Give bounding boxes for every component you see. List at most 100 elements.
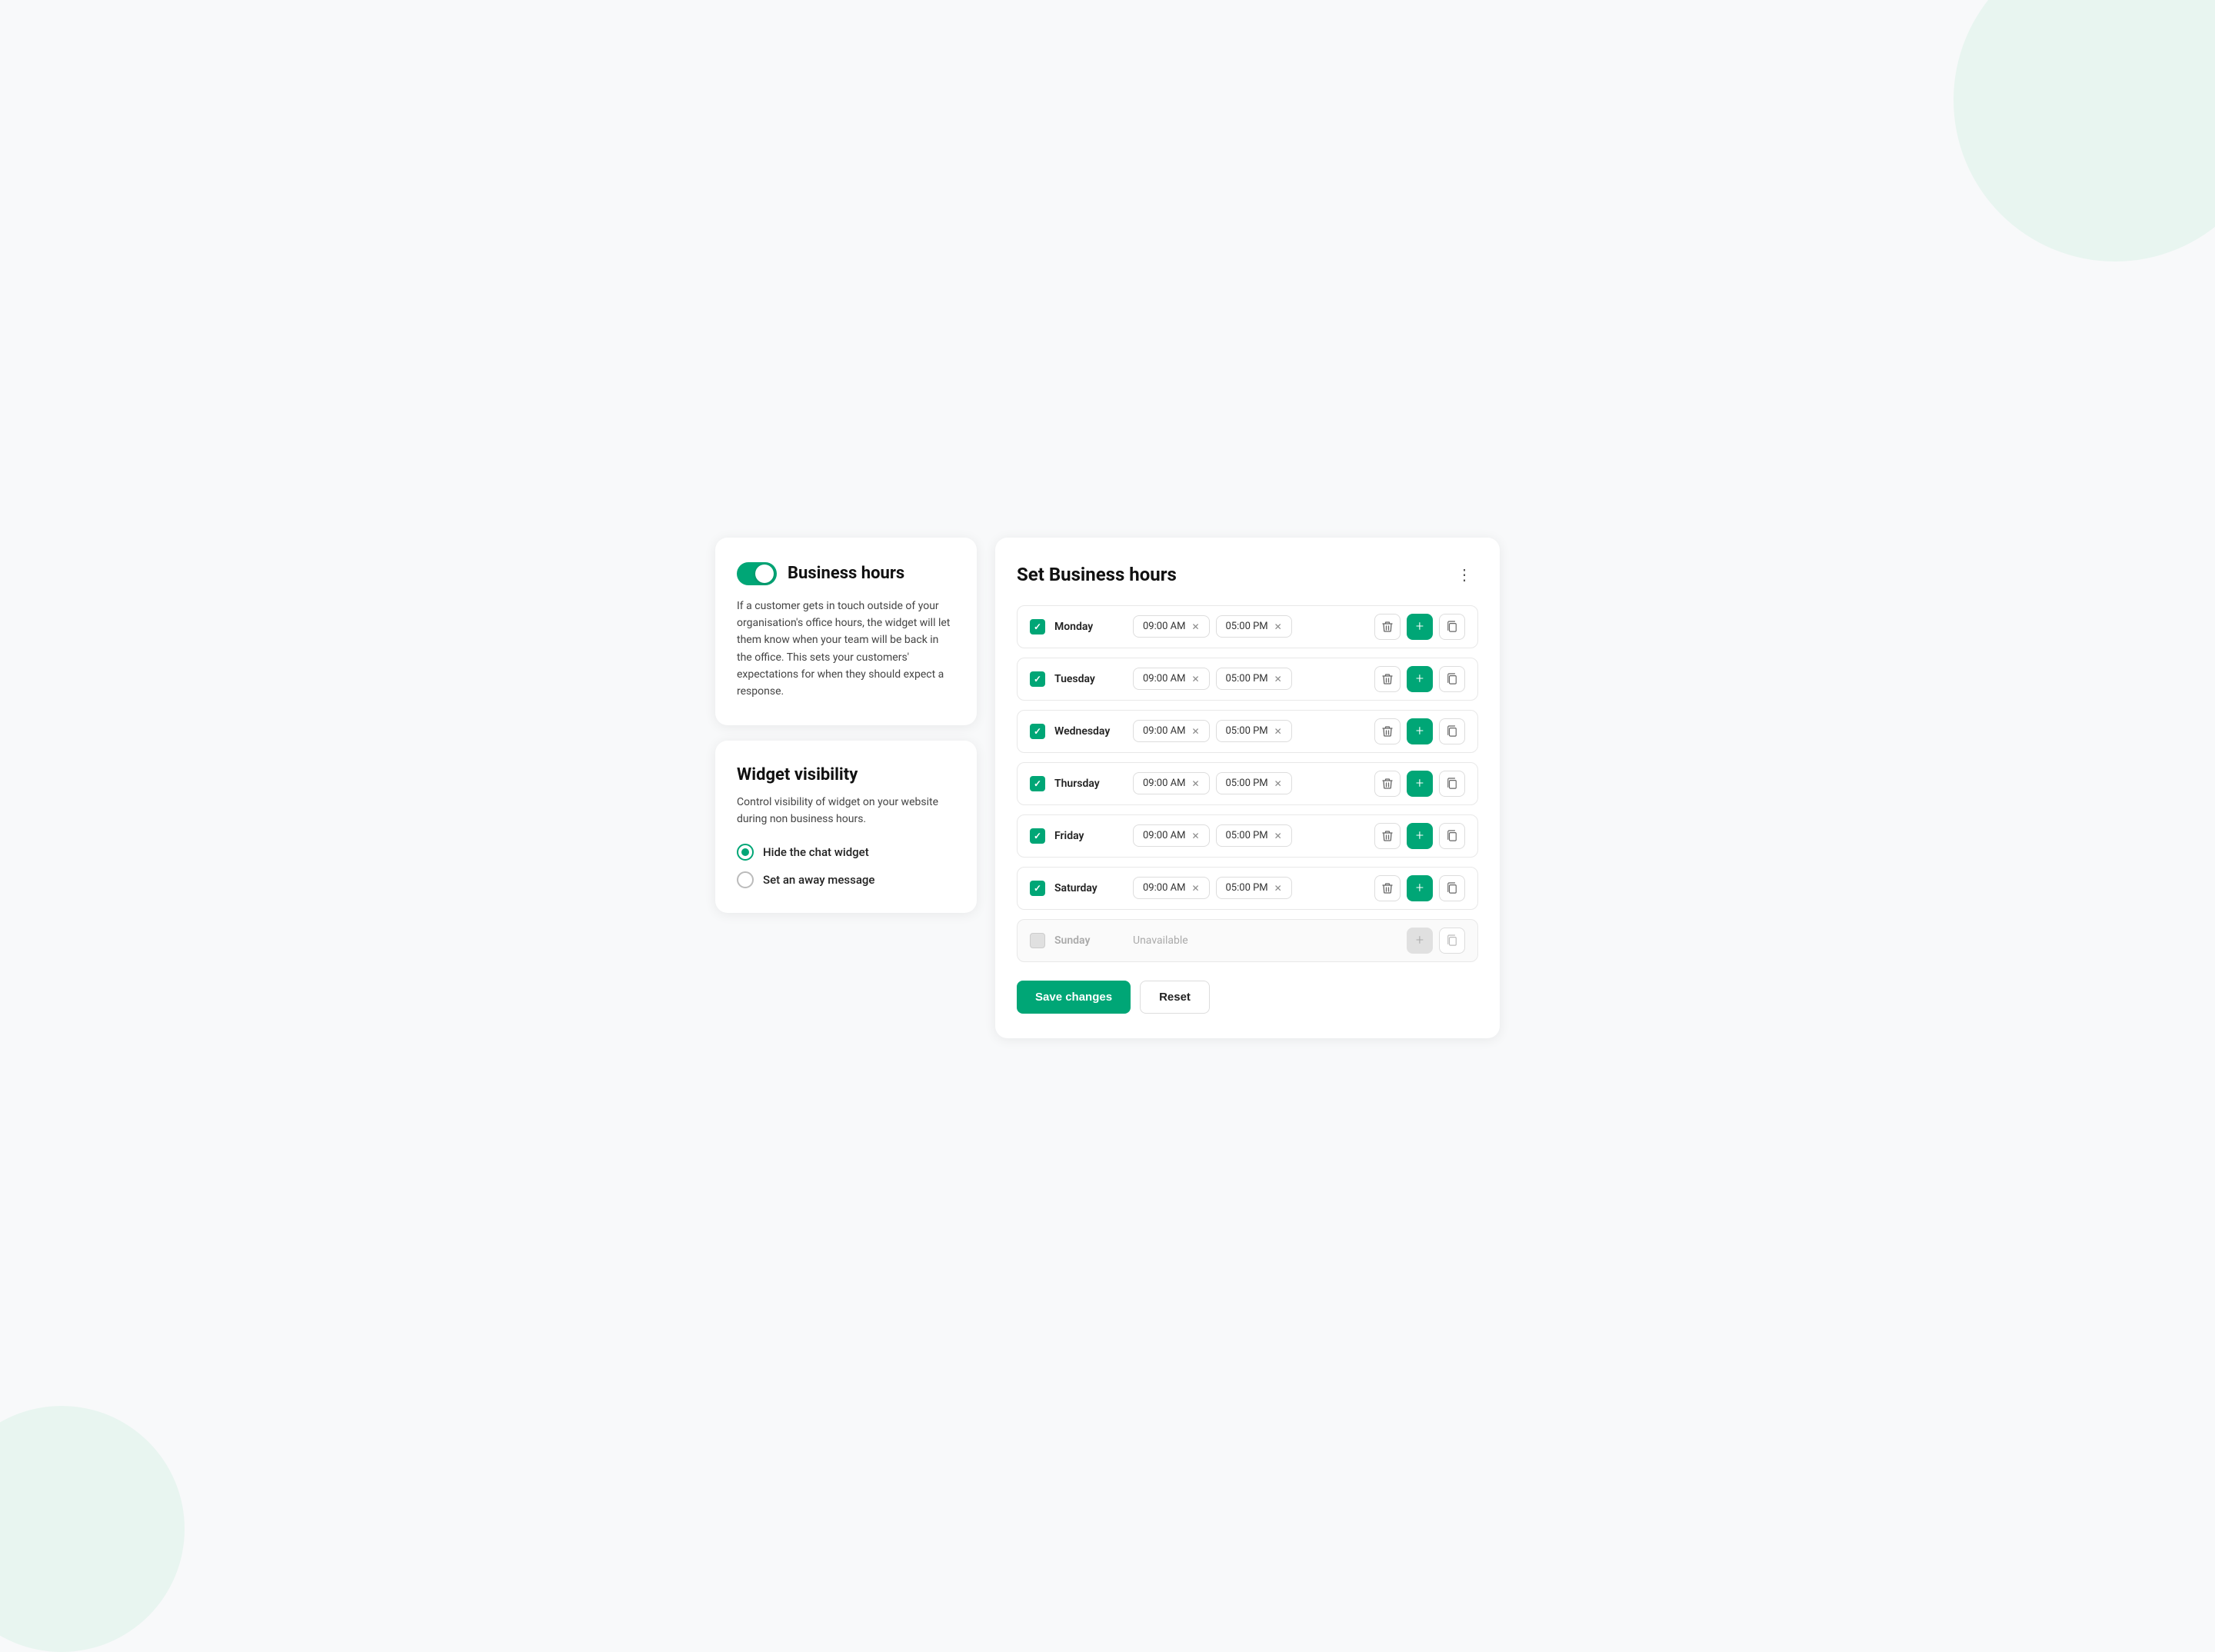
- tuesday-delete-button[interactable]: [1374, 666, 1401, 692]
- reset-button[interactable]: Reset: [1140, 981, 1210, 1014]
- business-hours-toggle[interactable]: [737, 562, 777, 585]
- saturday-checkbox[interactable]: ✓: [1030, 881, 1045, 896]
- monday-start-time[interactable]: 09:00 AM ✕: [1133, 615, 1210, 638]
- saturday-actions: +: [1374, 875, 1465, 901]
- saturday-label: Saturday: [1054, 882, 1124, 894]
- wednesday-start-time[interactable]: 09:00 AM ✕: [1133, 720, 1210, 742]
- wednesday-checkbox[interactable]: ✓: [1030, 724, 1045, 739]
- saturday-start-clear[interactable]: ✕: [1191, 884, 1199, 893]
- thursday-checkbox[interactable]: ✓: [1030, 776, 1045, 791]
- sunday-actions: +: [1407, 928, 1465, 954]
- thursday-actions: +: [1374, 771, 1465, 797]
- friday-time-fields: 09:00 AM ✕ 05:00 PM ✕: [1133, 824, 1365, 847]
- saturday-copy-button[interactable]: [1439, 875, 1465, 901]
- saturday-add-button[interactable]: +: [1407, 875, 1433, 901]
- widget-visibility-description: Control visibility of widget on your web…: [737, 794, 955, 828]
- thursday-add-button[interactable]: +: [1407, 771, 1433, 797]
- thursday-start-clear[interactable]: ✕: [1191, 779, 1199, 788]
- trash-icon: [1382, 673, 1393, 685]
- tuesday-start-time[interactable]: 09:00 AM ✕: [1133, 668, 1210, 690]
- copy-icon: [1447, 882, 1457, 894]
- tuesday-start-clear[interactable]: ✕: [1191, 674, 1199, 684]
- thursday-label: Thursday: [1054, 778, 1124, 790]
- sunday-unavailable-text: Unavailable: [1133, 934, 1397, 947]
- tuesday-label: Tuesday: [1054, 673, 1124, 685]
- page-container: Business hours If a customer gets in tou…: [684, 507, 1531, 1069]
- copy-icon: [1447, 725, 1457, 738]
- saturday-start-time[interactable]: 09:00 AM ✕: [1133, 877, 1210, 899]
- monday-end-time[interactable]: 05:00 PM ✕: [1216, 615, 1292, 638]
- radio-hide-widget-label: Hide the chat widget: [763, 845, 869, 859]
- thursday-start-time[interactable]: 09:00 AM ✕: [1133, 772, 1210, 794]
- friday-start-clear[interactable]: ✕: [1191, 831, 1199, 841]
- wednesday-end-clear[interactable]: ✕: [1274, 727, 1282, 736]
- set-business-hours-panel: Set Business hours ⋮ ✓ Monday 09:00 AM ✕…: [995, 538, 1500, 1038]
- widget-visibility-card: Widget visibility Control visibility of …: [715, 741, 977, 913]
- business-hours-title: Business hours: [788, 564, 904, 583]
- business-hours-card: Business hours If a customer gets in tou…: [715, 538, 977, 725]
- day-row-wednesday: ✓ Wednesday 09:00 AM ✕ 05:00 PM ✕: [1017, 710, 1478, 753]
- day-row-friday: ✓ Friday 09:00 AM ✕ 05:00 PM ✕: [1017, 814, 1478, 858]
- saturday-time-fields: 09:00 AM ✕ 05:00 PM ✕: [1133, 877, 1365, 899]
- monday-start-clear[interactable]: ✕: [1191, 622, 1199, 631]
- wednesday-copy-button[interactable]: [1439, 718, 1465, 744]
- thursday-end-time[interactable]: 05:00 PM ✕: [1216, 772, 1292, 794]
- friday-copy-button[interactable]: [1439, 823, 1465, 849]
- radio-away-message-indicator: [737, 871, 754, 888]
- wednesday-delete-button[interactable]: [1374, 718, 1401, 744]
- wednesday-start-clear[interactable]: ✕: [1191, 727, 1199, 736]
- copy-icon: [1447, 621, 1457, 633]
- friday-checkbox[interactable]: ✓: [1030, 828, 1045, 844]
- thursday-time-fields: 09:00 AM ✕ 05:00 PM ✕: [1133, 772, 1365, 794]
- day-row-tuesday: ✓ Tuesday 09:00 AM ✕ 05:00 PM ✕: [1017, 658, 1478, 701]
- monday-copy-button[interactable]: [1439, 614, 1465, 640]
- days-list: ✓ Monday 09:00 AM ✕ 05:00 PM ✕: [1017, 605, 1478, 962]
- friday-delete-button[interactable]: [1374, 823, 1401, 849]
- copy-icon: [1447, 934, 1457, 947]
- sunday-add-button: +: [1407, 928, 1433, 954]
- sunday-copy-button[interactable]: [1439, 928, 1465, 954]
- day-row-thursday: ✓ Thursday 09:00 AM ✕ 05:00 PM ✕: [1017, 762, 1478, 805]
- saturday-delete-button[interactable]: [1374, 875, 1401, 901]
- monday-add-button[interactable]: +: [1407, 614, 1433, 640]
- save-changes-button[interactable]: Save changes: [1017, 981, 1131, 1014]
- wednesday-label: Wednesday: [1054, 725, 1124, 738]
- friday-add-button[interactable]: +: [1407, 823, 1433, 849]
- saturday-end-clear[interactable]: ✕: [1274, 884, 1282, 893]
- panel-header: Set Business hours ⋮: [1017, 562, 1478, 587]
- sunday-checkbox[interactable]: [1030, 933, 1045, 948]
- bh-title-row: Business hours: [737, 562, 955, 585]
- saturday-end-time[interactable]: 05:00 PM ✕: [1216, 877, 1292, 899]
- monday-actions: +: [1374, 614, 1465, 640]
- bottom-actions: Save changes Reset: [1017, 981, 1478, 1014]
- copy-icon: [1447, 830, 1457, 842]
- copy-icon: [1447, 778, 1457, 790]
- widget-visibility-radio-group: Hide the chat widget Set an away message: [737, 844, 955, 888]
- monday-checkbox[interactable]: ✓: [1030, 619, 1045, 634]
- tuesday-checkbox[interactable]: ✓: [1030, 671, 1045, 687]
- tuesday-add-button[interactable]: +: [1407, 666, 1433, 692]
- monday-delete-button[interactable]: [1374, 614, 1401, 640]
- thursday-end-clear[interactable]: ✕: [1274, 779, 1282, 788]
- wednesday-end-time[interactable]: 05:00 PM ✕: [1216, 720, 1292, 742]
- trash-icon: [1382, 830, 1393, 842]
- radio-hide-widget[interactable]: Hide the chat widget: [737, 844, 955, 861]
- radio-away-message[interactable]: Set an away message: [737, 871, 955, 888]
- friday-start-time[interactable]: 09:00 AM ✕: [1133, 824, 1210, 847]
- friday-label: Friday: [1054, 830, 1124, 842]
- wednesday-time-fields: 09:00 AM ✕ 05:00 PM ✕: [1133, 720, 1365, 742]
- panel-menu-icon[interactable]: ⋮: [1451, 562, 1478, 587]
- friday-end-clear[interactable]: ✕: [1274, 831, 1282, 841]
- tuesday-end-clear[interactable]: ✕: [1274, 674, 1282, 684]
- thursday-copy-button[interactable]: [1439, 771, 1465, 797]
- tuesday-copy-button[interactable]: [1439, 666, 1465, 692]
- thursday-delete-button[interactable]: [1374, 771, 1401, 797]
- tuesday-end-time[interactable]: 05:00 PM ✕: [1216, 668, 1292, 690]
- monday-end-clear[interactable]: ✕: [1274, 622, 1282, 631]
- radio-hide-widget-dot: [741, 848, 749, 856]
- friday-end-time[interactable]: 05:00 PM ✕: [1216, 824, 1292, 847]
- trash-icon: [1382, 778, 1393, 790]
- tuesday-time-fields: 09:00 AM ✕ 05:00 PM ✕: [1133, 668, 1365, 690]
- wednesday-add-button[interactable]: +: [1407, 718, 1433, 744]
- monday-label: Monday: [1054, 621, 1124, 633]
